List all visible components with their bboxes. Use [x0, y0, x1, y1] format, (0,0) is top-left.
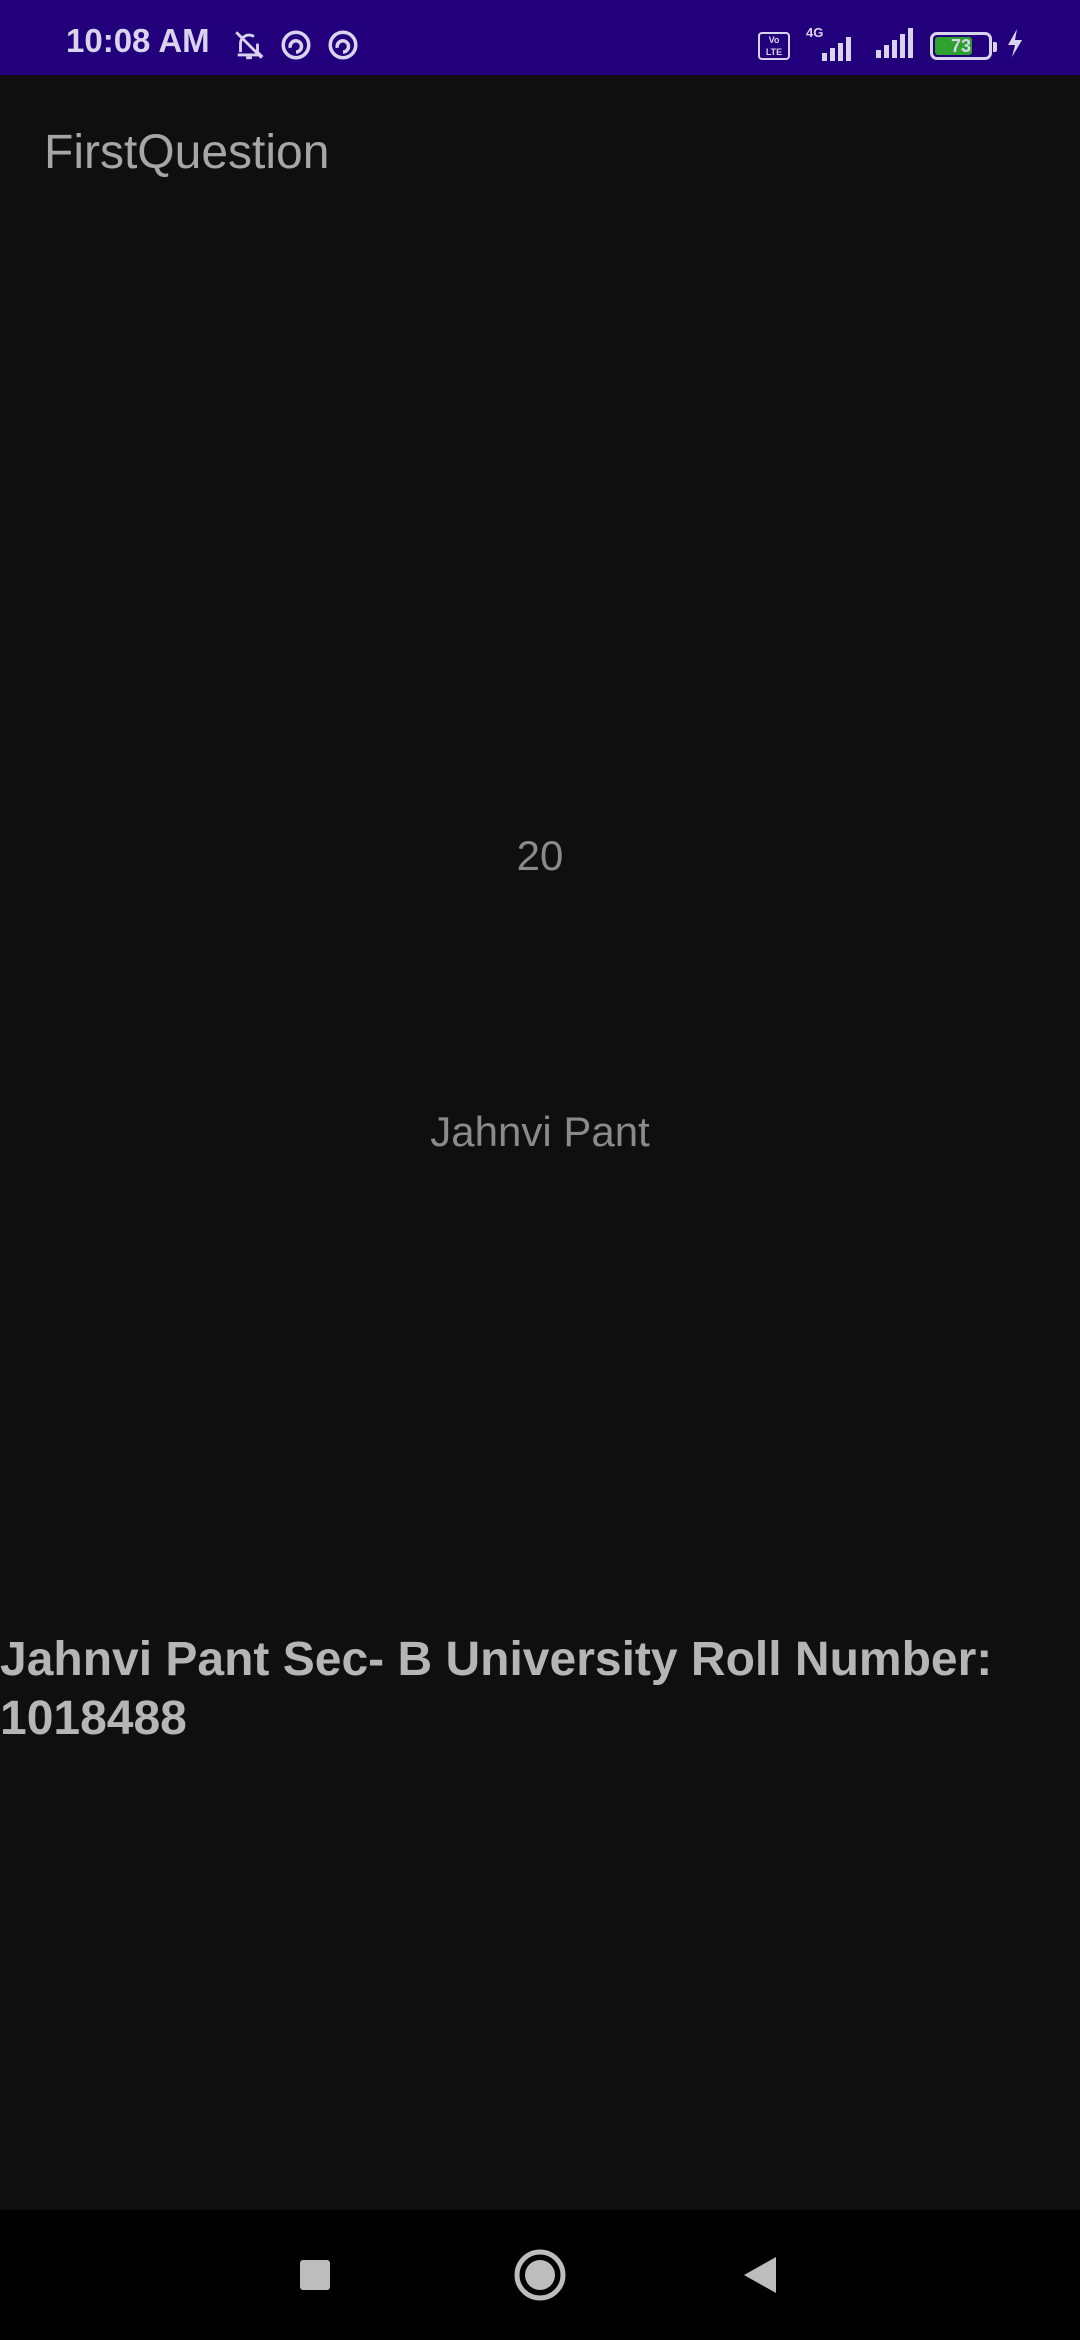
count-text: 20 [516, 832, 564, 879]
status-time: 10:08 AM [66, 22, 210, 59]
dnd-icon [326, 28, 360, 62]
status-notification-icons [232, 28, 360, 62]
recent-apps-button[interactable] [285, 2245, 345, 2305]
signal-4g-icon: 4G [804, 25, 860, 63]
volte-icon: Vo LTE [758, 31, 790, 60]
status-bar: 10:08 AM Vo LTE 4G 73 [0, 0, 1080, 75]
recent-apps-icon [300, 2260, 330, 2290]
battery-level: 73 [950, 35, 972, 56]
app-title: FirstQuestion [44, 126, 330, 179]
back-button[interactable] [730, 2245, 790, 2305]
charging-icon [1006, 28, 1024, 63]
status-system-icons: Vo LTE 4G 73 [758, 25, 1024, 65]
app-bar: FirstQuestion [0, 75, 1080, 235]
bell-off-icon [232, 28, 266, 62]
home-button[interactable] [510, 2245, 570, 2305]
name-text: Jahnvi Pant [430, 1108, 650, 1155]
back-icon [744, 2257, 776, 2293]
battery-tip [993, 41, 997, 52]
signal-icon [874, 26, 916, 65]
battery-icon: 73 [930, 31, 997, 60]
navigation-bar [0, 2210, 1080, 2340]
home-icon [514, 2249, 566, 2301]
dnd-icon [279, 28, 313, 62]
student-info-text: Jahnvi Pant Sec- B University Roll Numbe… [0, 1633, 993, 1745]
